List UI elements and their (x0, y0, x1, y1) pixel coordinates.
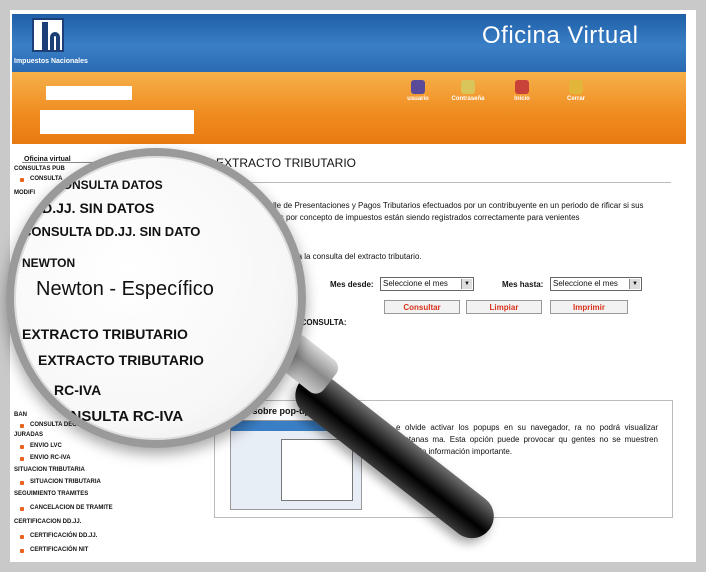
sidebar-item[interactable]: CANCELACION DE TRAMITE (30, 505, 113, 511)
lens-text-line: Newton - Específico (36, 278, 214, 300)
sidebar-item[interactable]: ENVIO LVC (30, 443, 62, 449)
lens-text-line: CONSULTA DATOS (54, 178, 163, 192)
key-icon (461, 80, 475, 94)
lens-text-line: EXTRACTO TRIBUTARIO (38, 352, 204, 368)
sidebar-section: BAN (14, 412, 27, 418)
mes-hasta-label: Mes hasta: (502, 280, 544, 289)
bullet-icon (20, 549, 24, 553)
user-icon (411, 80, 425, 94)
mes-hasta-value: Seleccione el mes (553, 279, 618, 288)
sidebar-item[interactable]: ENVIO RC-IVA (30, 455, 71, 461)
title-divider (216, 182, 671, 183)
nav-inicio[interactable]: Inicio (502, 80, 542, 102)
nav-contrasena[interactable]: Contraseña (448, 80, 488, 102)
nav-cerrar-label: Cerrar (566, 96, 585, 102)
user-name-field (46, 86, 132, 100)
bullet-icon (20, 178, 24, 182)
mes-hasta-select[interactable]: Seleccione el mes ▼ (550, 277, 642, 291)
page-title: EXTRACTO TRIBUTARIO (216, 156, 357, 170)
nav-usuario-label: usuario (407, 96, 429, 102)
nav-usuario[interactable]: usuario (398, 80, 438, 102)
limpiar-button[interactable]: Limpiar (466, 300, 542, 314)
bullet-icon (20, 535, 24, 539)
chevron-down-icon: ▼ (461, 279, 472, 289)
imprimir-button[interactable]: Imprimir (550, 300, 628, 314)
bullet-icon (20, 507, 24, 511)
mes-desde-value: Seleccione el mes (383, 279, 448, 288)
sidebar-item[interactable]: SITUACION TRIBUTARIA (30, 479, 101, 485)
sidebar-section: MODIFI (14, 190, 35, 196)
logo-text: Impuestos Nacionales (14, 58, 88, 65)
mes-desde-select[interactable]: Seleccione el mes ▼ (380, 277, 474, 291)
nav-inicio-label: Inicio (514, 96, 530, 102)
lens-text-line: EXTRACTO TRIBUTARIO (22, 326, 188, 342)
chevron-down-icon: ▼ (629, 279, 640, 289)
sidebar-section: JURADAS (14, 432, 44, 438)
user-info-field (40, 110, 194, 134)
sidebar-section: CONSULTAS PUB (14, 166, 65, 172)
bullet-icon (20, 457, 24, 461)
brand-title: Oficina Virtual (482, 22, 639, 49)
close-icon (569, 80, 583, 94)
instruction-text: para la consulta del extracto tributario… (286, 252, 422, 261)
lens-text-line: CONSULTA RC-IVA (48, 408, 184, 425)
sidebar-section: CERTIFICACION DD.JJ. (14, 519, 82, 525)
nav-cerrar[interactable]: Cerrar (556, 80, 596, 102)
sidebar-item[interactable]: CERTIFICACIÓN DD.JJ. (30, 533, 97, 539)
lens-text-line: RC-IVA (54, 382, 102, 398)
lens-text-line: DD.JJ. SIN DATOS (32, 200, 155, 216)
bullet-icon (20, 481, 24, 485)
sidebar-section: SEGUIMIENTO TRAMITES (14, 491, 89, 497)
logo-icon (32, 18, 64, 52)
nav-contrasena-label: Contraseña (451, 96, 485, 102)
description-text: etalle de Presentaciones y Pagos Tributa… (262, 201, 644, 222)
magnifying-glass: CONSULTA DATOS DD.JJ. SIN DATOS CONSULTA… (6, 148, 306, 448)
impuestos-logo[interactable]: Impuestos Nacionales (14, 18, 88, 68)
home-icon (515, 80, 529, 94)
bullet-icon (20, 424, 24, 428)
bullet-icon (20, 445, 24, 449)
lens-text-line: NEWTON (22, 256, 76, 270)
lens-text-line: CONSULTA DD.JJ. SIN DATO (22, 224, 201, 239)
sidebar-section: SITUACION TRIBUTARIA (14, 467, 85, 473)
consultar-button[interactable]: Consultar (384, 300, 460, 314)
popup-note-text: e olvide activar los popups en su navega… (396, 423, 658, 456)
mes-desde-label: Mes desde: (330, 280, 374, 289)
sidebar-item[interactable]: CERTIFICACIÓN NIT (30, 547, 88, 553)
